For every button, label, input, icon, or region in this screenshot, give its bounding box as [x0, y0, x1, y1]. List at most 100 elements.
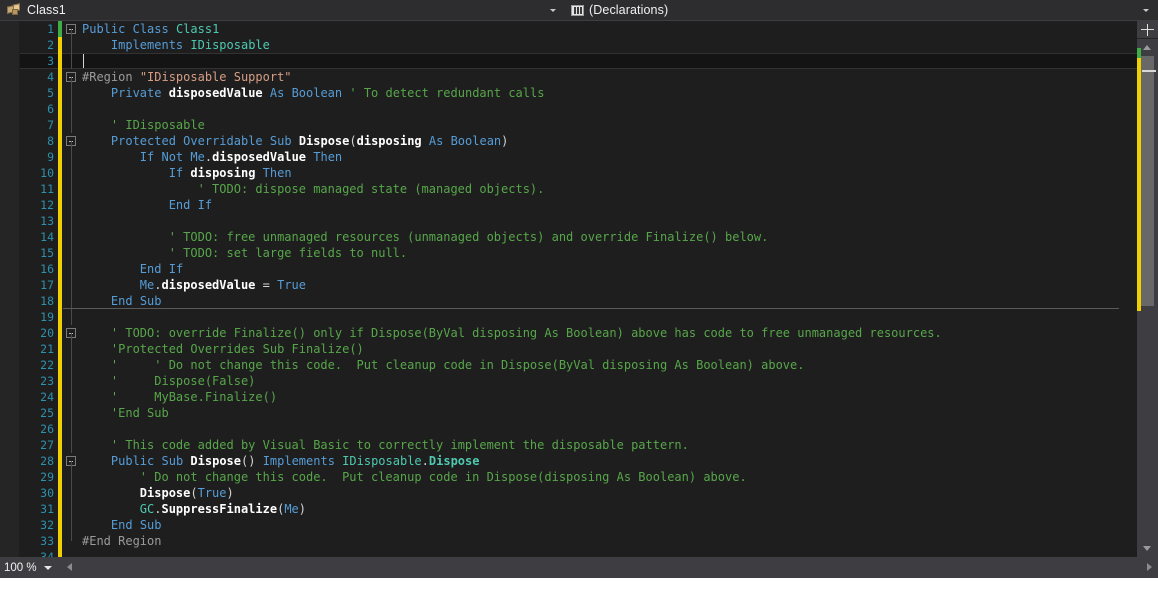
change-bar: [58, 277, 62, 293]
line-number: 3: [47, 54, 54, 68]
code-line[interactable]: 31 GC.SuppressFinalize(Me): [20, 501, 1137, 517]
code-line[interactable]: 2 Implements IDisposable: [20, 37, 1137, 53]
code-line[interactable]: 7 ' IDisposable: [20, 117, 1137, 133]
code-line[interactable]: 21 'Protected Overrides Sub Finalize(): [20, 341, 1137, 357]
member-dropdown[interactable]: (Declarations): [565, 0, 1158, 21]
line-number: 8: [47, 134, 54, 148]
outline-marker: [65, 261, 79, 277]
split-view-handle[interactable]: [1137, 21, 1158, 39]
code-line[interactable]: 20 ' TODO: override Finalize() only if D…: [20, 325, 1137, 341]
line-number: 33: [40, 534, 54, 548]
change-bar: [58, 181, 62, 197]
code-line[interactable]: 26: [20, 421, 1137, 437]
change-bar: [58, 533, 62, 549]
line-number: 34: [40, 550, 54, 557]
outline-marker: [65, 437, 79, 453]
change-bar: [58, 453, 62, 469]
chevron-down-icon[interactable]: [546, 0, 559, 21]
outline-marker[interactable]: [65, 453, 79, 469]
code-line[interactable]: 18 End Sub: [20, 293, 1137, 309]
line-number: 7: [47, 118, 54, 132]
code-line[interactable]: 15 ' TODO: set large fields to null.: [20, 245, 1137, 261]
line-number: 27: [40, 438, 54, 452]
chevron-down-icon[interactable]: [1139, 0, 1152, 21]
change-bar: [58, 485, 62, 501]
code-line[interactable]: 28 Public Sub Dispose() Implements IDisp…: [20, 453, 1137, 469]
outline-marker: [65, 469, 79, 485]
outline-marker[interactable]: [65, 69, 79, 85]
code-line[interactable]: 5 Private disposedValue As Boolean ' To …: [20, 85, 1137, 101]
code-line[interactable]: 22 ' ' Do not change this code. Put clea…: [20, 357, 1137, 373]
code-line[interactable]: 11 ' TODO: dispose managed state (manage…: [20, 181, 1137, 197]
code-text-area[interactable]: 1 Public Class Class1 2 Implements IDispos…: [20, 21, 1137, 557]
line-number: 9: [47, 150, 54, 164]
code-text: 'End Sub: [110, 406, 169, 420]
code-line[interactable]: 32 End Sub: [20, 517, 1137, 533]
code-text: ' TODO: free unmanaged resources (unmana…: [168, 230, 769, 244]
outline-marker: [65, 197, 79, 213]
code-line[interactable]: 23 ' Dispose(False): [20, 373, 1137, 389]
vertical-scroll-track[interactable]: [1137, 48, 1158, 540]
scroll-left-arrow[interactable]: [62, 557, 76, 578]
line-number: 32: [40, 518, 54, 532]
code-line[interactable]: 27 ' This code added by Visual Basic to …: [20, 437, 1137, 453]
class-dropdown-label: Class1: [27, 3, 66, 17]
code-line[interactable]: 19: [20, 309, 1137, 325]
code-line[interactable]: 17 Me.disposedValue = True: [20, 277, 1137, 293]
outline-marker[interactable]: [65, 21, 79, 37]
code-line[interactable]: 34: [20, 549, 1137, 557]
code-text: Dispose(True): [139, 486, 234, 500]
code-line[interactable]: 25 'End Sub: [20, 405, 1137, 421]
line-number: 16: [40, 262, 54, 276]
code-line-list: 1 Public Class Class1 2 Implements IDispos…: [20, 21, 1137, 557]
code-line[interactable]: 6: [20, 101, 1137, 117]
horizontal-scroll-thumb[interactable]: [76, 560, 1142, 575]
code-line[interactable]: 13: [20, 213, 1137, 229]
line-number: 23: [40, 374, 54, 388]
caret-position-marker: [1142, 70, 1156, 72]
scroll-right-arrow[interactable]: [1142, 557, 1158, 578]
code-line[interactable]: 9 If Not Me.disposedValue Then: [20, 149, 1137, 165]
code-line[interactable]: 16 End If: [20, 261, 1137, 277]
code-text: Implements IDisposable: [110, 38, 270, 52]
code-text: #End Region: [82, 534, 162, 548]
member-dropdown-label: (Declarations): [589, 3, 669, 17]
outline-marker[interactable]: [65, 325, 79, 341]
code-line[interactable]: 4 #Region "IDisposable Support": [20, 69, 1137, 85]
code-text: ' IDisposable: [110, 118, 205, 132]
outline-marker: [65, 517, 79, 533]
code-line[interactable]: 10 If disposing Then: [20, 165, 1137, 181]
code-line[interactable]: 30 Dispose(True): [20, 485, 1137, 501]
code-text: 'Protected Overrides Sub Finalize(): [110, 342, 364, 356]
code-line[interactable]: 8 Protected Overridable Sub Dispose(disp…: [20, 133, 1137, 149]
scroll-down-arrow[interactable]: [1137, 540, 1158, 557]
chevron-down-icon[interactable]: [43, 565, 52, 570]
indicator-margin[interactable]: [0, 21, 20, 557]
code-line[interactable]: 14 ' TODO: free unmanaged resources (unm…: [20, 229, 1137, 245]
class-dropdown[interactable]: Class1: [0, 0, 565, 21]
horizontal-scrollbar[interactable]: [62, 557, 1158, 578]
code-line[interactable]: 1 Public Class Class1: [20, 21, 1137, 37]
code-line[interactable]: 24 ' MyBase.Finalize(): [20, 389, 1137, 405]
outline-marker: [65, 501, 79, 517]
code-line[interactable]: 33 #End Region: [20, 533, 1137, 549]
change-bar: [58, 421, 62, 437]
code-editor-surface[interactable]: 1 Public Class Class1 2 Implements IDispos…: [0, 21, 1158, 557]
vertical-scroll-thumb[interactable]: [1140, 56, 1154, 306]
zoom-level-dropdown[interactable]: 100 %: [0, 557, 62, 578]
code-text: GC.SuppressFinalize(Me): [139, 502, 306, 516]
line-number: 26: [40, 422, 54, 436]
line-number: 15: [40, 246, 54, 260]
outline-marker: [65, 277, 79, 293]
line-number: 5: [47, 86, 54, 100]
code-text: ' Do not change this code. Put cleanup c…: [139, 470, 747, 484]
line-number: 10: [40, 166, 54, 180]
code-line[interactable]: 29 ' Do not change this code. Put cleanu…: [20, 469, 1137, 485]
code-text: ' TODO: set large fields to null.: [168, 246, 408, 260]
outline-marker: [65, 229, 79, 245]
outline-marker[interactable]: [65, 133, 79, 149]
line-number: 21: [40, 342, 54, 356]
code-line[interactable]: 3: [20, 53, 1137, 69]
code-line[interactable]: 12 End If: [20, 197, 1137, 213]
vertical-scrollbar[interactable]: [1137, 21, 1158, 557]
